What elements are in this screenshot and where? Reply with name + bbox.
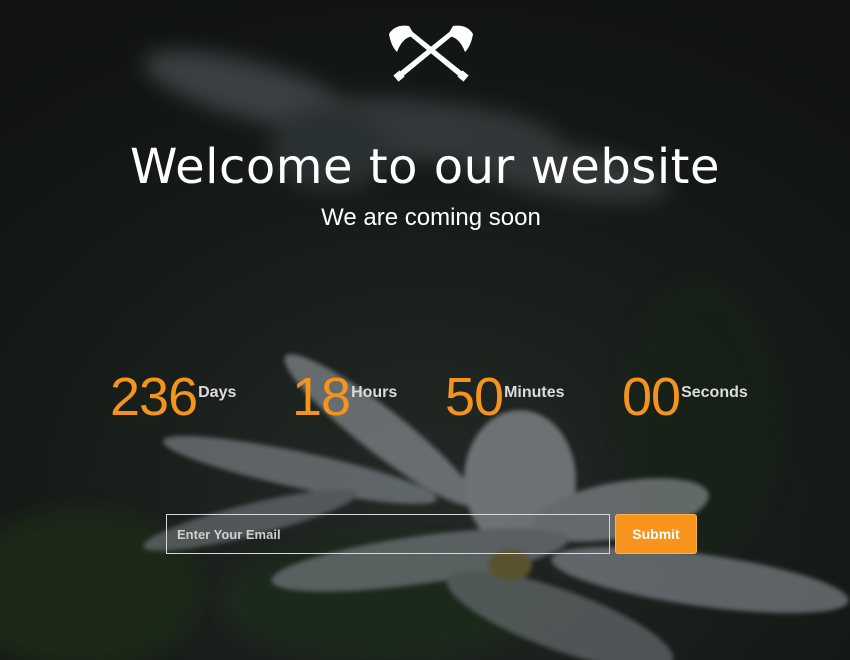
countdown-minutes-label: Minutes xyxy=(504,384,565,401)
countdown-seconds-label: Seconds xyxy=(681,384,748,401)
submit-button[interactable]: Submit xyxy=(615,514,697,554)
countdown-minutes-value: 50 xyxy=(445,367,504,427)
background-image xyxy=(0,0,850,660)
countdown-timer: 236 Days 18 Hours 50 Minutes 00 Seconds xyxy=(0,364,850,434)
countdown-days-value: 236 xyxy=(110,367,198,427)
crossed-axes-icon xyxy=(389,25,473,82)
countdown-seconds-value: 00 xyxy=(622,367,681,427)
countdown-hours-value: 18 xyxy=(292,367,351,427)
countdown-seconds: 00 Seconds xyxy=(622,364,748,430)
countdown-days-label: Days xyxy=(198,384,237,401)
countdown-hours-label: Hours xyxy=(351,384,398,401)
page-subtitle: We are coming soon xyxy=(321,204,541,231)
email-field[interactable] xyxy=(166,514,610,554)
countdown-days: 236 Days xyxy=(110,364,236,430)
countdown-hours: 18 Hours xyxy=(292,364,397,430)
page-title: Welcome to our website xyxy=(130,139,720,195)
countdown-minutes: 50 Minutes xyxy=(445,364,565,430)
